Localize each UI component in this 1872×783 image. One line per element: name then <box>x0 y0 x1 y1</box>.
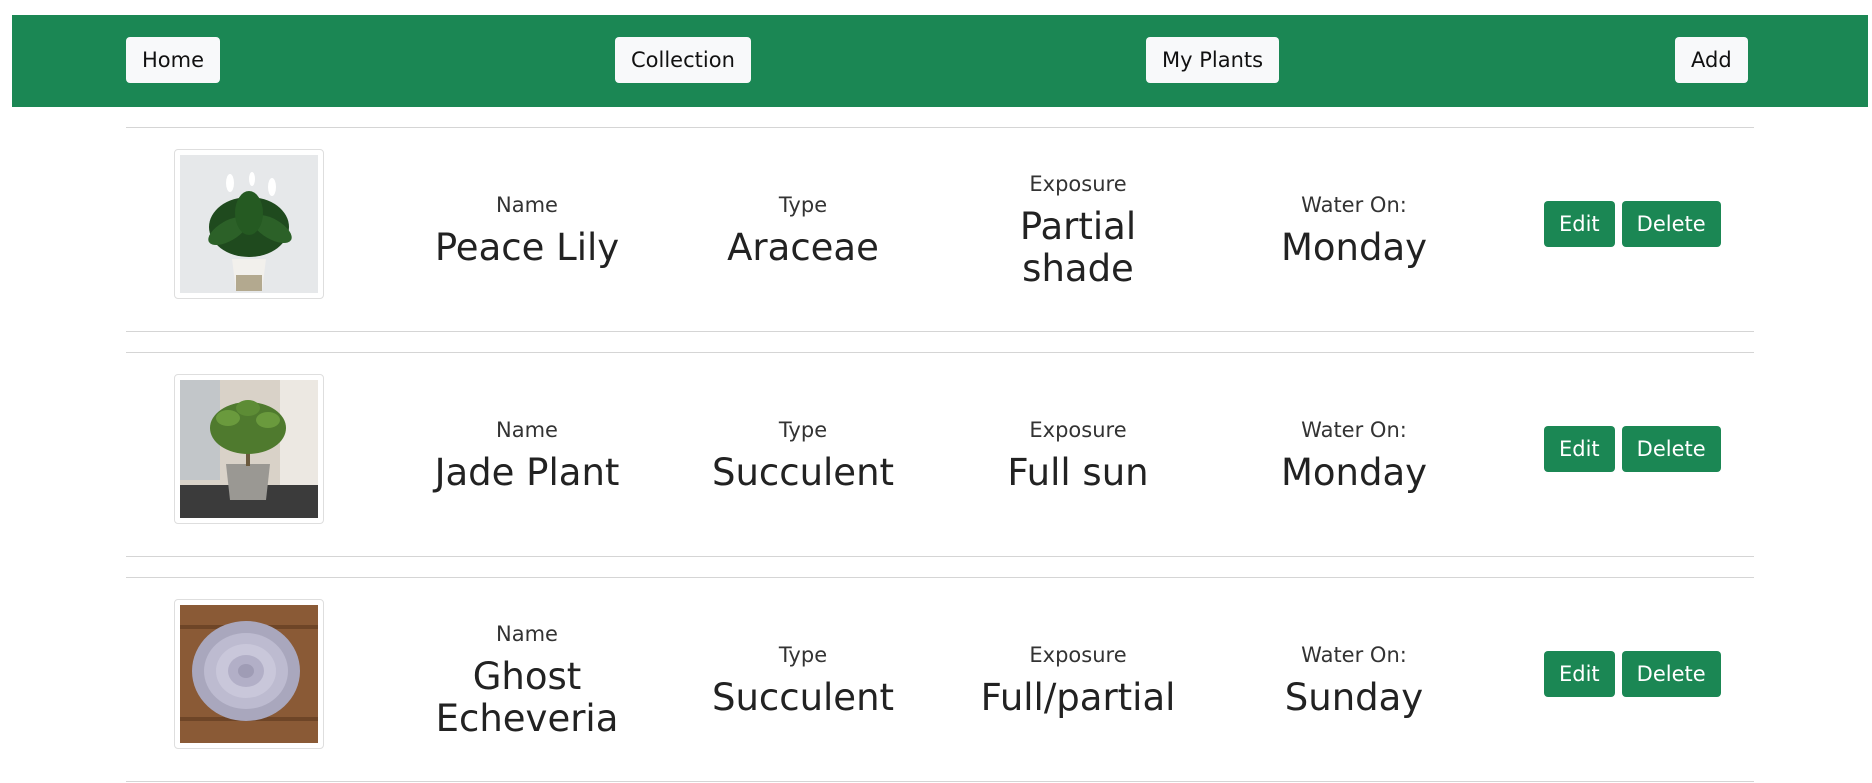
type-label: Type <box>778 417 828 442</box>
delete-button[interactable]: Delete <box>1621 426 1721 472</box>
plant-exposure-cell: Exposure Full sun <box>948 353 1208 558</box>
plant-water-day: Monday <box>1280 225 1428 269</box>
plant-name-cell: Name Jade Plant <box>397 353 657 558</box>
delete-button[interactable]: Delete <box>1621 201 1721 247</box>
plant-card: Name Ghost Echeveria Type Succulent Expo… <box>126 577 1754 782</box>
plant-water-day: Sunday <box>1284 675 1424 719</box>
plant-exposure: Partial shade <box>1019 204 1137 290</box>
plant-water-day: Monday <box>1280 450 1428 494</box>
ghost-echeveria-image <box>180 605 318 743</box>
plant-name-cell: Name Peace Lily <box>397 128 657 333</box>
exposure-label: Exposure <box>1029 171 1127 196</box>
plant-photo-jade-plant <box>174 374 324 524</box>
plant-card: Name Jade Plant Type Succulent Exposure … <box>126 352 1754 557</box>
plant-name-cell: Name Ghost Echeveria <box>397 578 657 783</box>
jade-plant-image <box>180 380 318 518</box>
edit-button[interactable]: Edit <box>1544 201 1615 247</box>
water-on-label: Water On: <box>1301 642 1407 667</box>
plant-photo-peace-lily <box>174 149 324 299</box>
plant-name: Peace Lily <box>434 225 620 269</box>
row-actions: Edit Delete <box>1544 426 1721 472</box>
type-label: Type <box>778 192 828 217</box>
row-actions: Edit Delete <box>1544 201 1721 247</box>
name-label: Name <box>496 192 558 217</box>
exposure-label: Exposure <box>1029 642 1127 667</box>
water-on-label: Water On: <box>1301 417 1407 442</box>
type-label: Type <box>778 642 828 667</box>
edit-button[interactable]: Edit <box>1544 426 1615 472</box>
plant-exposure: Full sun <box>1007 450 1149 494</box>
edit-button[interactable]: Edit <box>1544 651 1615 697</box>
nav-home-button[interactable]: Home <box>126 37 221 83</box>
plant-type: Araceae <box>727 225 879 269</box>
nav-my-plants-button[interactable]: My Plants <box>1146 37 1280 83</box>
plant-water-cell: Water On: Monday <box>1224 128 1484 333</box>
name-label: Name <box>496 417 558 442</box>
plant-name: Jade Plant <box>434 450 620 494</box>
exposure-label: Exposure <box>1029 417 1127 442</box>
plant-water-cell: Water On: Sunday <box>1224 578 1484 783</box>
plant-type-cell: Type Araceae <box>673 128 933 333</box>
plant-photo-ghost-echeveria <box>174 599 324 749</box>
peace-lily-image <box>180 155 318 293</box>
plant-name: Ghost Echeveria <box>435 654 619 740</box>
plant-exposure-cell: Exposure Full/partial <box>948 578 1208 783</box>
nav-collection-button[interactable]: Collection <box>615 37 751 83</box>
delete-button[interactable]: Delete <box>1621 651 1721 697</box>
plant-type-cell: Type Succulent <box>673 353 933 558</box>
water-on-label: Water On: <box>1301 192 1407 217</box>
row-actions: Edit Delete <box>1544 651 1721 697</box>
top-navbar <box>12 15 1868 107</box>
plant-water-cell: Water On: Monday <box>1224 353 1484 558</box>
nav-add-button[interactable]: Add <box>1675 37 1748 83</box>
plant-type-cell: Type Succulent <box>673 578 933 783</box>
plant-exposure-cell: Exposure Partial shade <box>948 128 1208 333</box>
plant-type: Succulent <box>711 450 895 494</box>
plant-card: Name Peace Lily Type Araceae Exposure Pa… <box>126 127 1754 332</box>
name-label: Name <box>496 621 558 646</box>
plant-exposure: Full/partial <box>980 675 1176 719</box>
plant-type: Succulent <box>711 675 895 719</box>
